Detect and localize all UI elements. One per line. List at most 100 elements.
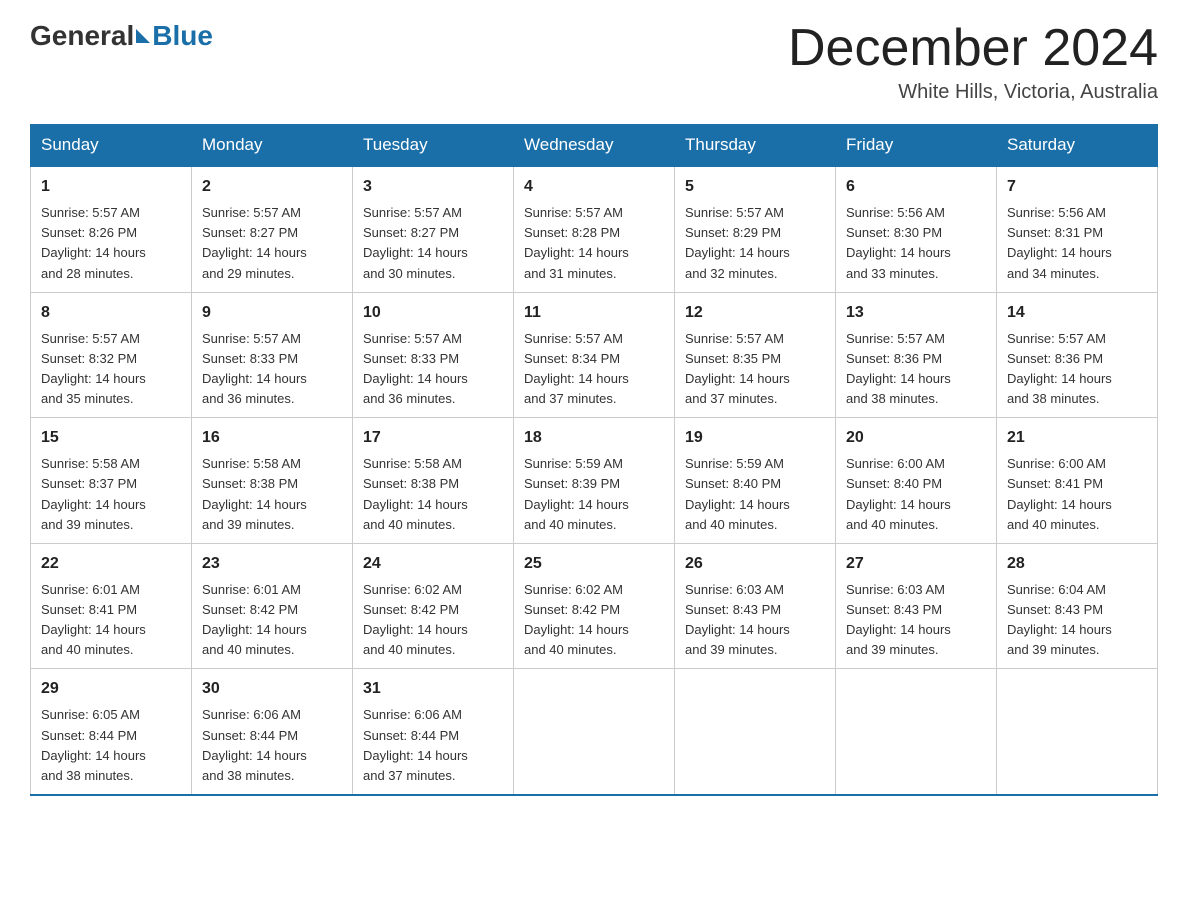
table-row: 13 Sunrise: 5:57 AM Sunset: 8:36 PM Dayl… [836,292,997,418]
weekday-header-sunday: Sunday [31,125,192,167]
table-row: 28 Sunrise: 6:04 AM Sunset: 8:43 PM Dayl… [997,543,1158,669]
weekday-header-monday: Monday [192,125,353,167]
title-section: December 2024 White Hills, Victoria, Aus… [788,20,1158,104]
table-row: 5 Sunrise: 5:57 AM Sunset: 8:29 PM Dayli… [675,166,836,292]
day-info: Sunrise: 5:58 AM Sunset: 8:38 PM Dayligh… [202,454,342,535]
calendar-week-row: 1 Sunrise: 5:57 AM Sunset: 8:26 PM Dayli… [31,166,1158,292]
day-number: 22 [41,552,181,576]
day-number: 10 [363,301,503,325]
table-row: 10 Sunrise: 5:57 AM Sunset: 8:33 PM Dayl… [353,292,514,418]
day-number: 11 [524,301,664,325]
table-row: 26 Sunrise: 6:03 AM Sunset: 8:43 PM Dayl… [675,543,836,669]
day-number: 19 [685,426,825,450]
day-info: Sunrise: 5:57 AM Sunset: 8:26 PM Dayligh… [41,203,181,284]
day-info: Sunrise: 5:57 AM Sunset: 8:29 PM Dayligh… [685,203,825,284]
table-row: 4 Sunrise: 5:57 AM Sunset: 8:28 PM Dayli… [514,166,675,292]
day-number: 3 [363,175,503,199]
day-info: Sunrise: 5:57 AM Sunset: 8:33 PM Dayligh… [363,329,503,410]
month-title: December 2024 [788,20,1158,77]
table-row: 19 Sunrise: 5:59 AM Sunset: 8:40 PM Dayl… [675,418,836,544]
table-row: 6 Sunrise: 5:56 AM Sunset: 8:30 PM Dayli… [836,166,997,292]
day-info: Sunrise: 5:57 AM Sunset: 8:27 PM Dayligh… [363,203,503,284]
weekday-header-thursday: Thursday [675,125,836,167]
day-info: Sunrise: 5:57 AM Sunset: 8:33 PM Dayligh… [202,329,342,410]
table-row [675,669,836,795]
table-row: 9 Sunrise: 5:57 AM Sunset: 8:33 PM Dayli… [192,292,353,418]
day-info: Sunrise: 5:57 AM Sunset: 8:35 PM Dayligh… [685,329,825,410]
table-row [997,669,1158,795]
table-row: 2 Sunrise: 5:57 AM Sunset: 8:27 PM Dayli… [192,166,353,292]
day-number: 21 [1007,426,1147,450]
day-number: 23 [202,552,342,576]
table-row: 23 Sunrise: 6:01 AM Sunset: 8:42 PM Dayl… [192,543,353,669]
day-number: 18 [524,426,664,450]
day-info: Sunrise: 6:00 AM Sunset: 8:41 PM Dayligh… [1007,454,1147,535]
day-info: Sunrise: 6:01 AM Sunset: 8:41 PM Dayligh… [41,580,181,661]
day-number: 25 [524,552,664,576]
table-row: 30 Sunrise: 6:06 AM Sunset: 8:44 PM Dayl… [192,669,353,795]
table-row: 11 Sunrise: 5:57 AM Sunset: 8:34 PM Dayl… [514,292,675,418]
day-info: Sunrise: 5:57 AM Sunset: 8:28 PM Dayligh… [524,203,664,284]
day-info: Sunrise: 5:57 AM Sunset: 8:36 PM Dayligh… [1007,329,1147,410]
day-info: Sunrise: 6:01 AM Sunset: 8:42 PM Dayligh… [202,580,342,661]
table-row: 1 Sunrise: 5:57 AM Sunset: 8:26 PM Dayli… [31,166,192,292]
day-number: 14 [1007,301,1147,325]
day-info: Sunrise: 5:56 AM Sunset: 8:31 PM Dayligh… [1007,203,1147,284]
day-number: 15 [41,426,181,450]
day-number: 28 [1007,552,1147,576]
day-number: 30 [202,677,342,701]
table-row [514,669,675,795]
day-info: Sunrise: 6:03 AM Sunset: 8:43 PM Dayligh… [846,580,986,661]
day-info: Sunrise: 5:58 AM Sunset: 8:38 PM Dayligh… [363,454,503,535]
day-info: Sunrise: 6:04 AM Sunset: 8:43 PM Dayligh… [1007,580,1147,661]
table-row: 20 Sunrise: 6:00 AM Sunset: 8:40 PM Dayl… [836,418,997,544]
day-number: 8 [41,301,181,325]
table-row: 25 Sunrise: 6:02 AM Sunset: 8:42 PM Dayl… [514,543,675,669]
day-number: 17 [363,426,503,450]
logo: General Blue [30,20,213,52]
day-number: 4 [524,175,664,199]
day-number: 16 [202,426,342,450]
day-info: Sunrise: 5:58 AM Sunset: 8:37 PM Dayligh… [41,454,181,535]
weekday-header-tuesday: Tuesday [353,125,514,167]
location-subtitle: White Hills, Victoria, Australia [788,81,1158,104]
day-info: Sunrise: 5:59 AM Sunset: 8:40 PM Dayligh… [685,454,825,535]
table-row: 12 Sunrise: 5:57 AM Sunset: 8:35 PM Dayl… [675,292,836,418]
calendar-week-row: 22 Sunrise: 6:01 AM Sunset: 8:41 PM Dayl… [31,543,1158,669]
table-row: 27 Sunrise: 6:03 AM Sunset: 8:43 PM Dayl… [836,543,997,669]
table-row: 3 Sunrise: 5:57 AM Sunset: 8:27 PM Dayli… [353,166,514,292]
table-row: 7 Sunrise: 5:56 AM Sunset: 8:31 PM Dayli… [997,166,1158,292]
day-info: Sunrise: 5:57 AM Sunset: 8:27 PM Dayligh… [202,203,342,284]
calendar-week-row: 29 Sunrise: 6:05 AM Sunset: 8:44 PM Dayl… [31,669,1158,795]
table-row [836,669,997,795]
day-number: 31 [363,677,503,701]
logo-blue-text: Blue [152,20,213,52]
calendar-week-row: 8 Sunrise: 5:57 AM Sunset: 8:32 PM Dayli… [31,292,1158,418]
day-number: 9 [202,301,342,325]
day-info: Sunrise: 5:57 AM Sunset: 8:32 PM Dayligh… [41,329,181,410]
day-info: Sunrise: 6:02 AM Sunset: 8:42 PM Dayligh… [524,580,664,661]
weekday-header-row: SundayMondayTuesdayWednesdayThursdayFrid… [31,125,1158,167]
calendar-week-row: 15 Sunrise: 5:58 AM Sunset: 8:37 PM Dayl… [31,418,1158,544]
day-number: 1 [41,175,181,199]
day-info: Sunrise: 6:03 AM Sunset: 8:43 PM Dayligh… [685,580,825,661]
day-number: 29 [41,677,181,701]
day-number: 2 [202,175,342,199]
page-header: General Blue December 2024 White Hills, … [30,20,1158,104]
day-info: Sunrise: 5:59 AM Sunset: 8:39 PM Dayligh… [524,454,664,535]
calendar-table: SundayMondayTuesdayWednesdayThursdayFrid… [30,124,1158,796]
table-row: 16 Sunrise: 5:58 AM Sunset: 8:38 PM Dayl… [192,418,353,544]
day-number: 5 [685,175,825,199]
day-number: 24 [363,552,503,576]
day-info: Sunrise: 5:57 AM Sunset: 8:36 PM Dayligh… [846,329,986,410]
day-info: Sunrise: 5:56 AM Sunset: 8:30 PM Dayligh… [846,203,986,284]
weekday-header-wednesday: Wednesday [514,125,675,167]
day-number: 7 [1007,175,1147,199]
day-info: Sunrise: 6:06 AM Sunset: 8:44 PM Dayligh… [202,705,342,786]
day-info: Sunrise: 6:05 AM Sunset: 8:44 PM Dayligh… [41,705,181,786]
day-number: 12 [685,301,825,325]
table-row: 24 Sunrise: 6:02 AM Sunset: 8:42 PM Dayl… [353,543,514,669]
day-number: 20 [846,426,986,450]
day-number: 27 [846,552,986,576]
table-row: 29 Sunrise: 6:05 AM Sunset: 8:44 PM Dayl… [31,669,192,795]
